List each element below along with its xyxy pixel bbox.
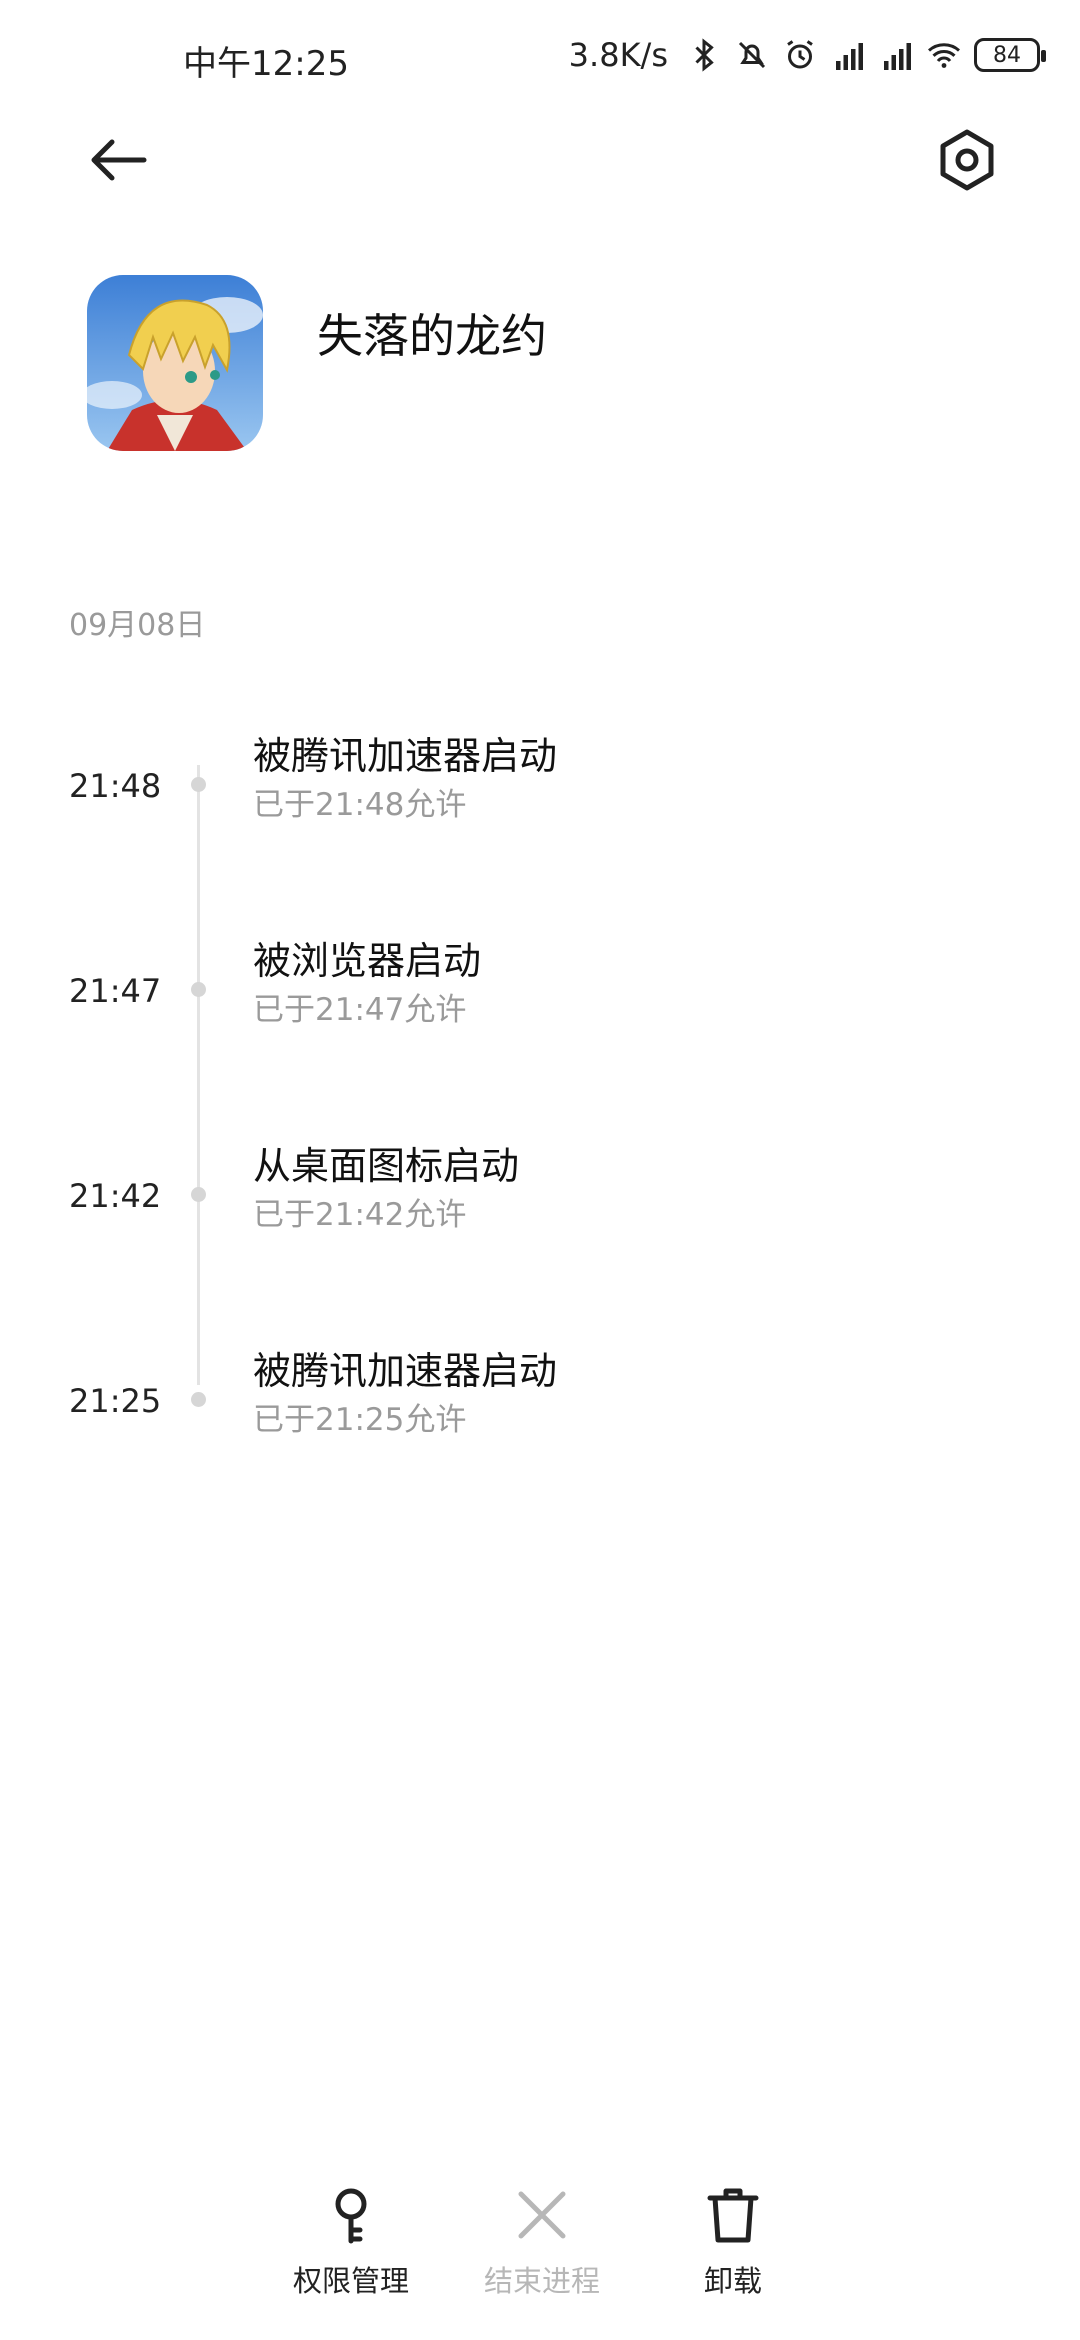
- battery-level: 84: [993, 42, 1021, 68]
- launch-entry: 21:42 从桌面图标启动 已于21:42允许: [0, 1144, 1080, 1277]
- bluetooth-icon: [695, 38, 714, 72]
- app-icon: [87, 275, 263, 451]
- launch-entry: 21:48 被腾讯加速器启动 已于21:48允许: [0, 734, 1080, 867]
- entry-title: 被腾讯加速器启动: [253, 734, 558, 778]
- permissions-button[interactable]: 权限管理: [266, 2180, 436, 2300]
- status-icons: 3.8K/s 84: [568, 36, 1046, 74]
- trash-icon: [707, 2188, 759, 2243]
- entry-time: 21:42: [69, 1177, 162, 1215]
- timeline-dot: [191, 982, 206, 997]
- uninstall-button[interactable]: 卸载: [648, 2180, 818, 2300]
- wifi-icon: [928, 43, 960, 68]
- back-arrow-icon[interactable]: [80, 120, 160, 200]
- hd-signal-icon: [836, 43, 863, 70]
- hd-signal-icon: [884, 43, 911, 70]
- bottom-action-bar: 权限管理 结束进程 卸载: [0, 2180, 1080, 2300]
- close-icon: [518, 2191, 566, 2239]
- entry-subtitle: 已于21:47允许: [253, 992, 467, 1028]
- entry-title: 被浏览器启动: [253, 939, 482, 983]
- launch-entry: 21:25 被腾讯加速器启动 已于21:25允许: [0, 1349, 1080, 1482]
- entry-subtitle: 已于21:48允许: [253, 787, 467, 823]
- app-name: 失落的龙约: [317, 309, 547, 363]
- entry-time: 21:47: [69, 972, 162, 1010]
- timeline-dot: [191, 1187, 206, 1202]
- entry-time: 21:25: [69, 1382, 162, 1420]
- timeline-dot: [191, 1392, 206, 1407]
- entry-subtitle: 已于21:42允许: [253, 1197, 467, 1233]
- permissions-label: 权限管理: [292, 2264, 409, 2298]
- entry-time: 21:48: [69, 767, 162, 805]
- force-stop-button[interactable]: 结束进程: [457, 2180, 627, 2300]
- status-time: 中午12:25: [183, 44, 349, 84]
- uninstall-label: 卸载: [703, 2264, 762, 2298]
- entry-title: 被腾讯加速器启动: [253, 1349, 558, 1393]
- entry-subtitle: 已于21:25允许: [253, 1402, 467, 1438]
- entry-title: 从桌面图标启动: [253, 1144, 520, 1188]
- status-bar: 中午12:25 3.8K/s 84: [0, 0, 1080, 120]
- force-stop-label: 结束进程: [483, 2264, 600, 2298]
- alarm-icon: [787, 40, 813, 69]
- settings-icon[interactable]: [925, 118, 1009, 202]
- launch-entry: 21:47 被浏览器启动 已于21:47允许: [0, 939, 1080, 1072]
- log-date: 09月08日: [69, 608, 206, 643]
- network-speed: 3.8K/s: [568, 36, 668, 74]
- timeline-dot: [191, 777, 206, 792]
- key-icon: [335, 2188, 367, 2244]
- battery-indicator: 84: [974, 38, 1046, 72]
- app-icon-artwork: [87, 275, 263, 451]
- mute-icon: [738, 41, 766, 69]
